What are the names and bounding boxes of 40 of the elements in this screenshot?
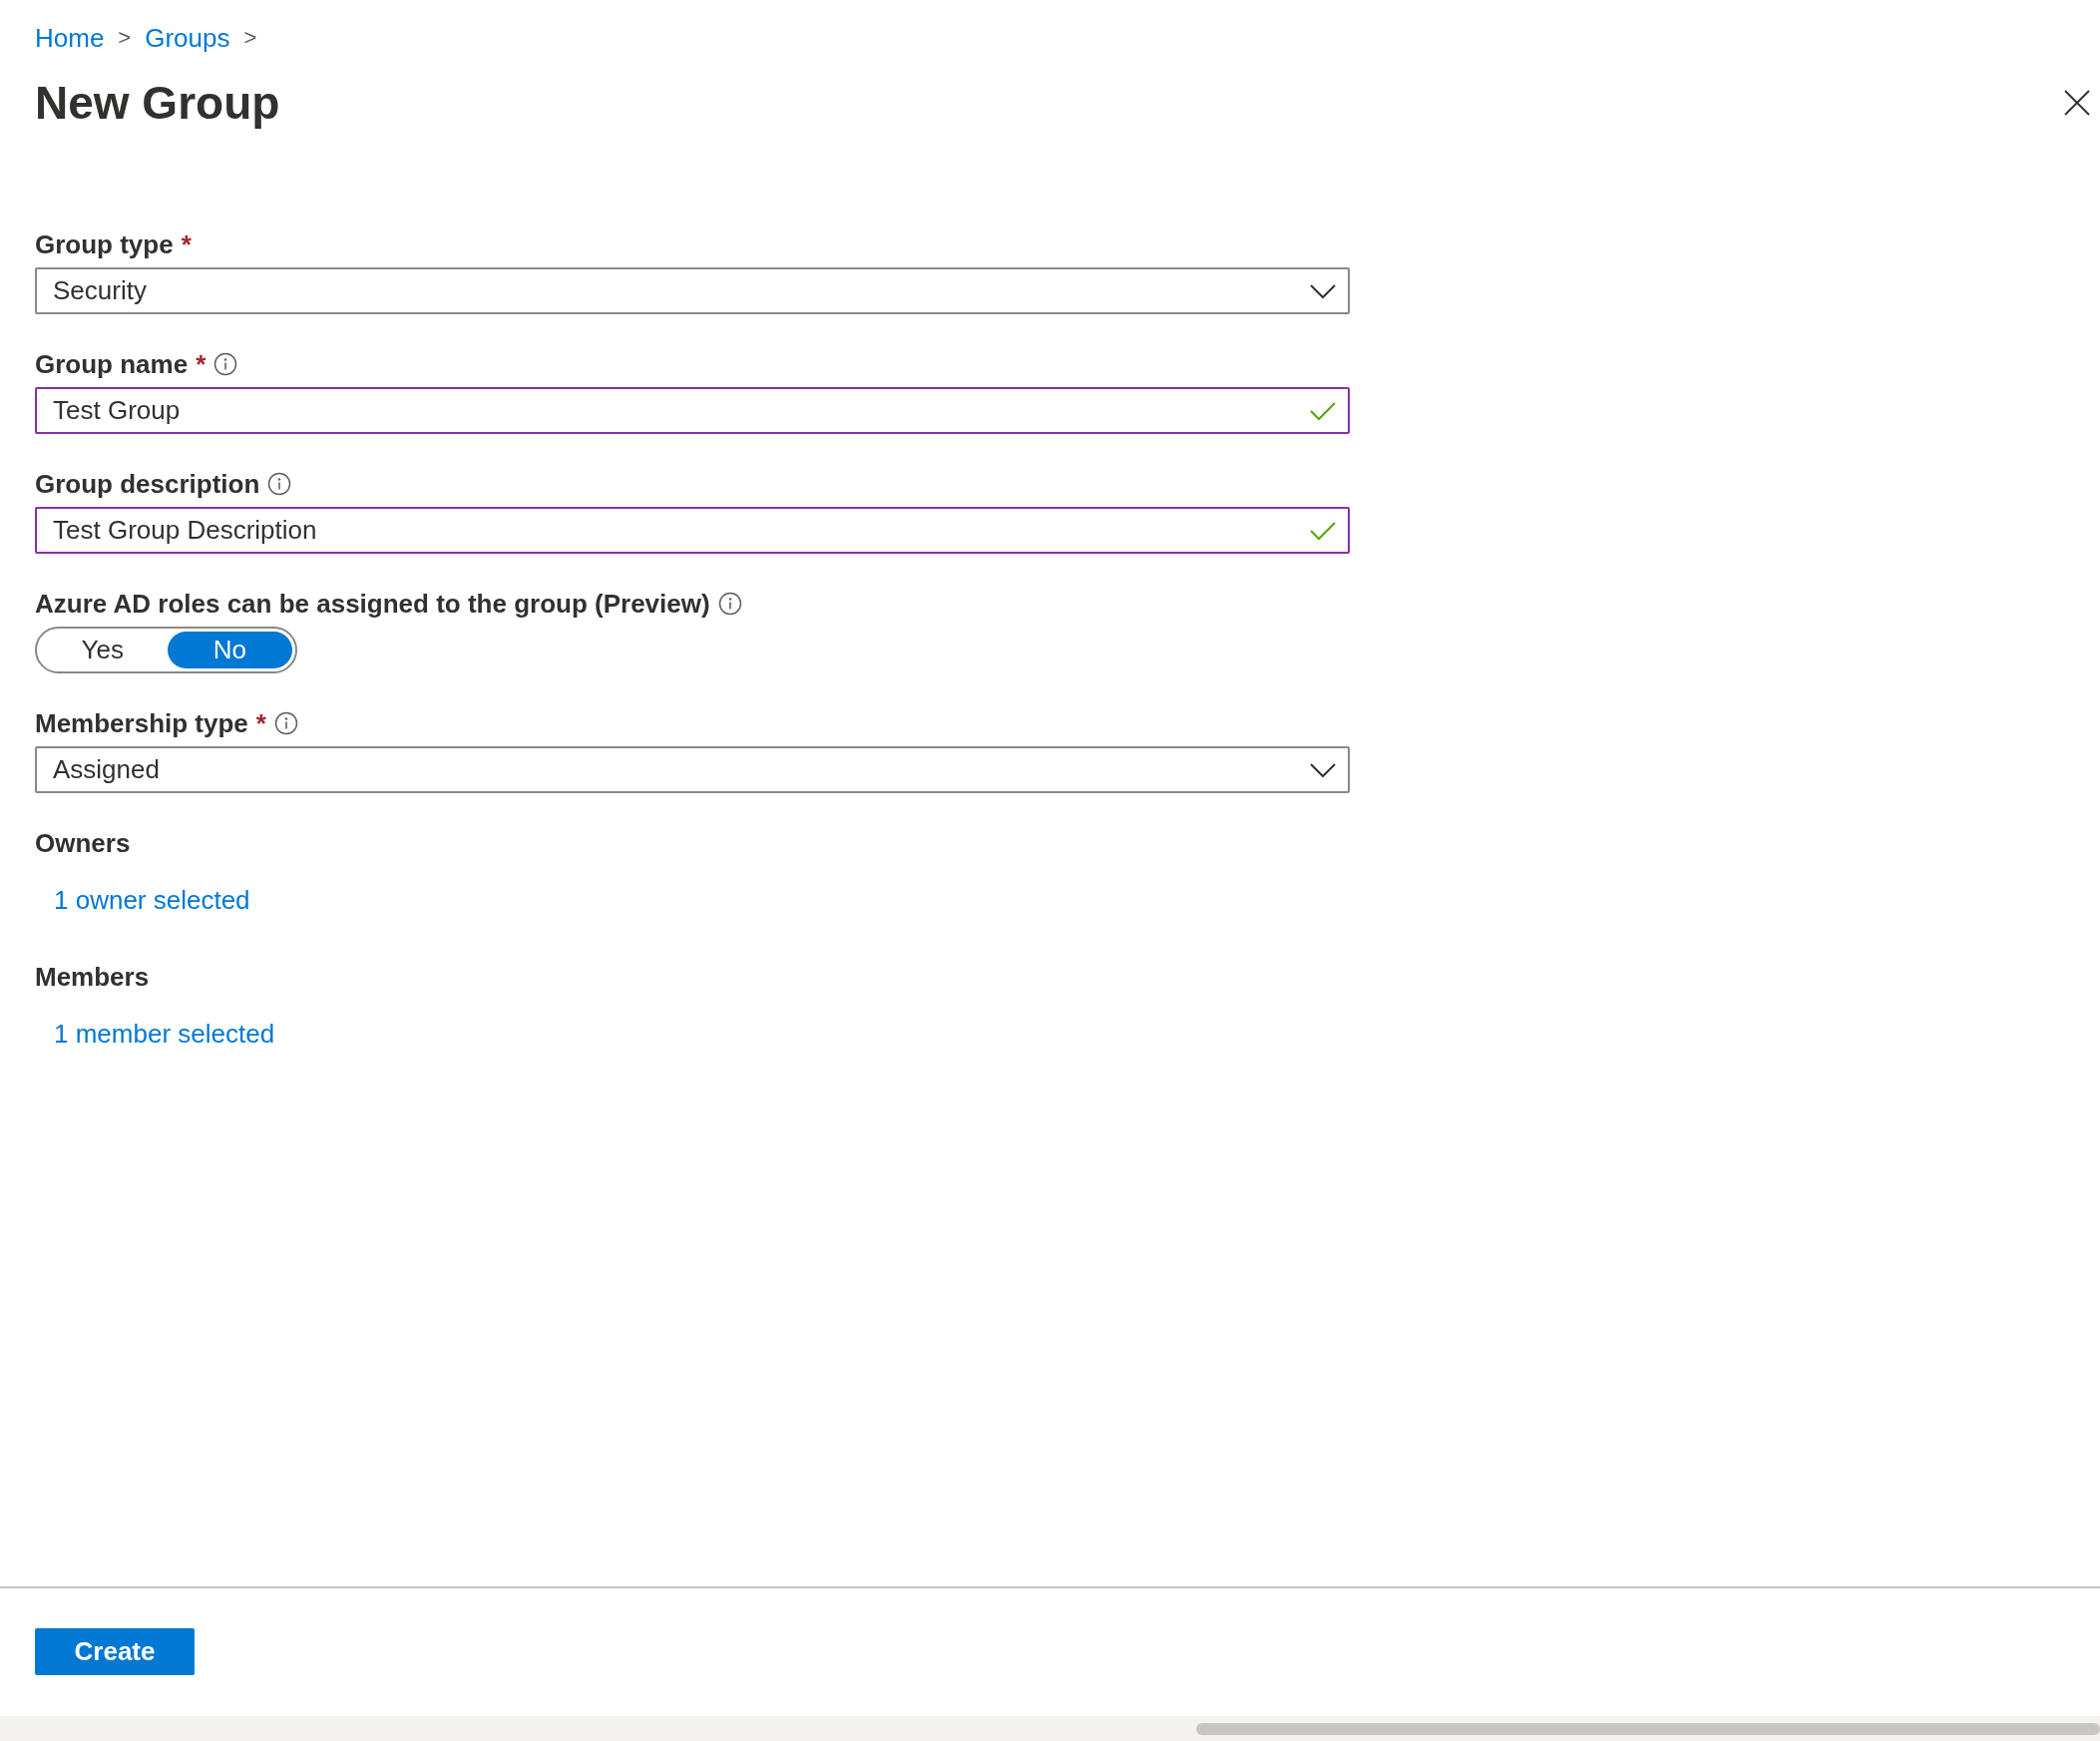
close-icon [2062, 88, 2092, 118]
breadcrumb-link[interactable]: Home [35, 21, 105, 55]
field-value: Test Group [53, 395, 181, 426]
text-field[interactable]: Test Group [35, 387, 1350, 434]
scrollbar-thumb[interactable] [1196, 1722, 2100, 1735]
field-label: Owners [35, 827, 131, 860]
field-label: Membership type [35, 707, 248, 740]
info-icon[interactable] [273, 711, 298, 735]
info-icon[interactable] [267, 472, 292, 496]
field-value: Test Group Description [53, 515, 317, 546]
breadcrumb-separator: > [243, 24, 257, 52]
checkmark-icon [1310, 400, 1336, 421]
dropdown[interactable]: Assigned [35, 746, 1350, 793]
required-asterisk: * [181, 228, 192, 261]
toggle-option[interactable]: Yes [40, 632, 166, 668]
field-label: Group type [35, 228, 174, 261]
checkmark-icon [1310, 520, 1336, 541]
dropdown[interactable]: Security [35, 267, 1350, 314]
selection-link[interactable]: 1 owner selected [54, 883, 250, 917]
selection-link[interactable]: 1 member selected [54, 1017, 275, 1051]
text-field[interactable]: Test Group Description [35, 507, 1350, 554]
field-label: Group description [35, 468, 260, 501]
create-button[interactable]: Create [35, 1628, 195, 1675]
close-button[interactable] [2062, 88, 2092, 118]
info-icon[interactable] [213, 352, 238, 376]
field-label: Group name [35, 348, 189, 381]
horizontal-scrollbar[interactable] [0, 1716, 2100, 1741]
page-title: New Group [35, 76, 281, 131]
required-asterisk: * [255, 707, 266, 740]
field-label: Azure AD roles can be assigned to the group (Preview) [35, 588, 710, 621]
info-icon[interactable] [717, 592, 742, 616]
dropdown-value: Assigned [53, 754, 160, 785]
chevron-down-icon [1310, 761, 1336, 778]
dropdown-value: Security [53, 275, 147, 306]
chevron-down-icon [1310, 282, 1336, 299]
breadcrumb-link[interactable]: Groups [145, 21, 230, 55]
field-label: Members [35, 961, 150, 994]
required-asterisk: * [196, 348, 207, 381]
toggle-option[interactable]: No [167, 632, 292, 668]
breadcrumb-separator: > [118, 24, 132, 52]
